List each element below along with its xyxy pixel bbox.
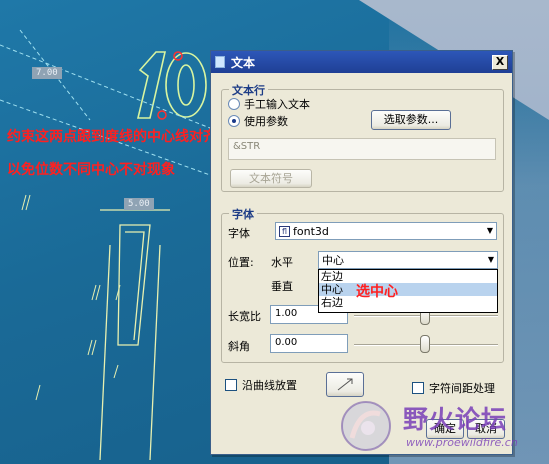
along-curve-checkbox[interactable]: 沿曲线放置 <box>225 377 297 393</box>
dropdown-option-center[interactable]: 中心 <box>319 283 497 296</box>
horizontal-dropdown-list[interactable]: 左边 中心 右边 <box>318 269 498 313</box>
outlined-digits <box>136 51 207 119</box>
dropdown-option-right[interactable]: 右边 <box>319 296 497 309</box>
dimension-ticks <box>21 194 121 401</box>
vertical-label: 垂直 <box>271 280 293 293</box>
constraint-point-marker <box>157 110 167 120</box>
font-type-icon: fl <box>279 225 290 237</box>
text-dialog: 文本 X 文本行 手工输入文本 使用参数 选取参数... &STR 文本符号 字… <box>210 50 513 455</box>
dialog-titlebar[interactable]: 文本 X <box>211 51 512 73</box>
text-symbol-button[interactable]: 文本符号 <box>230 169 312 188</box>
horizontal-label: 水平 <box>271 256 293 269</box>
position-label: 位置: <box>228 256 254 269</box>
chevron-down-icon[interactable]: ▼ <box>485 253 497 267</box>
select-param-button[interactable]: 选取参数... <box>371 110 451 130</box>
along-curve-pick-button[interactable] <box>326 372 364 397</box>
aspect-ratio-label: 长宽比 <box>228 310 261 323</box>
annotation-text-line1: 约束这两点跟到度线的中心线对齐 <box>7 129 217 145</box>
watermark-logo-icon <box>341 401 391 451</box>
forum-watermark: 野火论坛 www.proewildfire.cn <box>338 398 548 458</box>
annotation-text-line2: 以免位数不同中心不对现象 <box>7 162 175 178</box>
dropdown-option-left[interactable]: 左边 <box>319 270 497 283</box>
radio-button[interactable] <box>228 98 240 110</box>
checkbox[interactable] <box>412 382 424 394</box>
kerning-checkbox[interactable]: 字符间距处理 <box>412 380 495 396</box>
slant-angle-slider-thumb[interactable] <box>420 335 430 353</box>
param-text-field[interactable]: &STR <box>228 138 496 160</box>
font-select[interactable]: fl font3d ▼ <box>275 222 497 240</box>
annotation-select-center: 选中心 <box>356 284 398 300</box>
slant-angle-label: 斜角 <box>228 340 250 353</box>
radio-button-selected[interactable] <box>228 115 240 127</box>
watermark-url: www.proewildfire.cn <box>406 436 518 449</box>
font-select-value: font3d <box>293 224 329 238</box>
horizontal-select-value: 中心 <box>322 254 344 267</box>
chevron-down-icon[interactable]: ▼ <box>484 224 496 238</box>
font-label: 字体 <box>228 227 250 240</box>
kerning-label: 字符间距处理 <box>429 382 495 395</box>
horizontal-select[interactable]: 中心 ▼ <box>318 251 498 269</box>
dialog-title: 文本 <box>231 55 256 70</box>
close-button[interactable]: X <box>492 54 508 70</box>
along-curve-label: 沿曲线放置 <box>242 379 297 392</box>
manual-input-label: 手工输入文本 <box>244 98 310 111</box>
manual-input-radio[interactable]: 手工输入文本 <box>228 96 310 112</box>
use-param-label: 使用参数 <box>244 115 288 128</box>
dimension-tag: 7.00 <box>32 67 62 79</box>
dimension-tag: 5.00 <box>124 198 154 210</box>
part-outline <box>99 209 170 461</box>
font-legend: 字体 <box>229 206 257 222</box>
watermark-text: 野火论坛 <box>403 405 508 434</box>
curve-pick-icon <box>337 378 353 391</box>
use-param-radio[interactable]: 使用参数 <box>228 113 288 129</box>
dialog-app-icon <box>215 56 225 68</box>
slant-angle-input[interactable]: 0.00 <box>270 334 348 353</box>
checkbox[interactable] <box>225 379 237 391</box>
